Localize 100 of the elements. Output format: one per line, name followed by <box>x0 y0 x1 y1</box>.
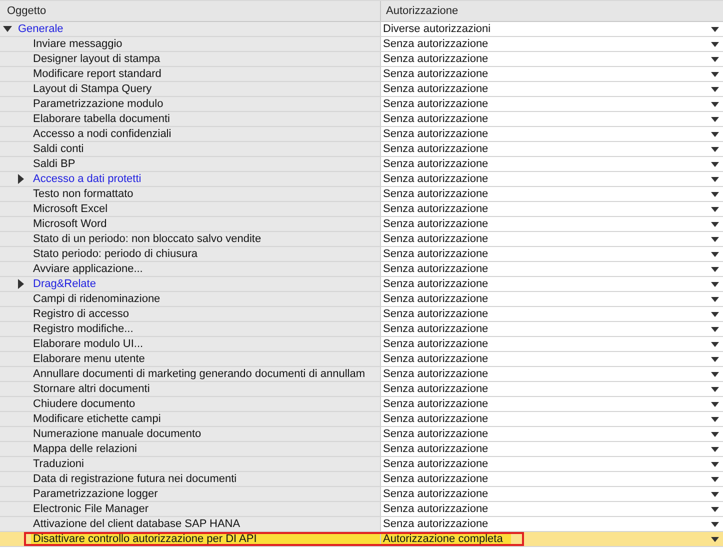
tree-row[interactable]: Modificare etichette campi Senza autorizzazione <box>0 412 723 427</box>
object-name[interactable]: Drag&Relate <box>33 278 96 290</box>
dropdown-arrow-icon[interactable] <box>711 266 719 272</box>
tree-row[interactable]: Electronic File Manager Senza autorizzazione <box>0 502 723 517</box>
dropdown-arrow-icon[interactable] <box>711 372 719 376</box>
tree-row[interactable]: Attivazione del client database SAP HANA Senza autorizzazione <box>0 517 723 532</box>
tree-row[interactable]: Saldi conti Senza autorizzazione <box>0 142 723 157</box>
dropdown-arrow-icon[interactable] <box>711 446 719 452</box>
authorization-value[interactable]: Senza autorizzazione <box>383 144 488 154</box>
tree-row[interactable]: Saldi BP Senza autorizzazione <box>0 157 723 172</box>
tree-row[interactable]: Generale Diverse autorizzazioni <box>0 22 723 37</box>
tree-row[interactable]: Stornare altri documenti Senza autorizzazione <box>0 382 723 397</box>
tree-row[interactable]: Mappa delle relazioni Senza autorizzazione <box>0 442 723 457</box>
dropdown-arrow-icon[interactable] <box>711 296 719 302</box>
dropdown-arrow-icon[interactable] <box>711 132 719 136</box>
tree-row[interactable]: Stato periodo: periodo di chiusura Senza autorizzazione <box>0 247 723 262</box>
authorization-value[interactable]: Senza autorizzazione <box>383 54 488 64</box>
authorization-value[interactable]: Senza autorizzazione <box>383 248 488 260</box>
authorization-value[interactable]: Senza autorizzazione <box>383 218 488 230</box>
authorization-value[interactable]: Senza autorizzazione <box>383 338 488 350</box>
dropdown-arrow-icon[interactable] <box>711 476 719 482</box>
dropdown-arrow-icon[interactable] <box>711 522 719 526</box>
authorization-value[interactable]: Senza autorizzazione <box>383 128 488 140</box>
tree-row[interactable]: Microsoft Word Senza autorizzazione <box>0 217 723 232</box>
authorization-value[interactable]: Diverse autorizzazioni <box>383 24 491 34</box>
authorization-value[interactable]: Senza autorizzazione <box>383 368 488 380</box>
authorization-value[interactable]: Senza autorizzazione <box>383 308 488 320</box>
collapsed-caret-icon[interactable] <box>18 279 24 289</box>
authorization-value[interactable]: Senza autorizzazione <box>383 98 488 110</box>
authorization-value[interactable]: Senza autorizzazione <box>383 204 488 214</box>
authorization-value[interactable]: Senza autorizzazione <box>383 234 488 244</box>
dropdown-arrow-icon[interactable] <box>711 236 719 242</box>
dropdown-arrow-icon[interactable] <box>711 72 719 76</box>
dropdown-arrow-icon[interactable] <box>711 462 719 466</box>
authorization-value[interactable]: Senza autorizzazione <box>383 518 488 530</box>
authorization-value[interactable]: Senza autorizzazione <box>383 444 488 454</box>
dropdown-arrow-icon[interactable] <box>711 42 719 46</box>
authorization-value[interactable]: Senza autorizzazione <box>383 264 488 274</box>
dropdown-arrow-icon[interactable] <box>711 386 719 392</box>
tree-row[interactable]: Stato di un periodo: non bloccato salvo vendite Senza autorizzazione <box>0 232 723 247</box>
authorization-value[interactable]: Senza autorizzazione <box>383 38 488 50</box>
collapsed-caret-icon[interactable] <box>18 174 24 184</box>
tree-row[interactable]: Elaborare modulo UI... Senza autorizzazione <box>0 337 723 352</box>
authorization-value[interactable]: Senza autorizzazione <box>383 458 488 470</box>
tree-row[interactable]: Testo non formattato Senza autorizzazione <box>0 187 723 202</box>
dropdown-arrow-icon[interactable] <box>711 416 719 422</box>
dropdown-arrow-icon[interactable] <box>711 86 719 92</box>
authorization-value[interactable]: Senza autorizzazione <box>383 278 488 290</box>
authorization-value[interactable]: Senza autorizzazione <box>383 294 488 304</box>
authorization-value[interactable]: Senza autorizzazione <box>383 188 488 200</box>
dropdown-arrow-icon[interactable] <box>711 56 719 62</box>
object-name[interactable]: Traduzioni <box>33 458 84 470</box>
dropdown-arrow-icon[interactable] <box>711 326 719 332</box>
tree-row[interactable]: Microsoft Excel Senza autorizzazione <box>0 202 723 217</box>
dropdown-arrow-icon[interactable] <box>711 252 719 256</box>
tree-row[interactable]: Accesso a nodi confidenziali Senza autorizzazione <box>0 127 723 142</box>
tree-row[interactable]: Avviare applicazione... Senza autorizzazione <box>0 262 723 277</box>
dropdown-arrow-icon[interactable] <box>711 312 719 316</box>
authorization-value[interactable]: Senza autorizzazione <box>383 158 488 170</box>
authorization-value[interactable]: Senza autorizzazione <box>383 504 488 514</box>
tree-row[interactable]: Numerazione manuale documento Senza autorizzazione <box>0 427 723 442</box>
tree-row[interactable]: Data di registrazione futura nei documenti Senza autorizzazione <box>0 472 723 487</box>
authorization-value[interactable]: Senza autorizzazione <box>383 398 488 410</box>
object-name[interactable]: Registro di accesso <box>33 308 129 320</box>
dropdown-arrow-icon[interactable] <box>711 222 719 226</box>
tree-row[interactable]: Campi di ridenominazione Senza autorizzazione <box>0 292 723 307</box>
object-name[interactable]: Saldi BP <box>33 158 76 170</box>
dropdown-arrow-icon[interactable] <box>711 206 719 212</box>
authorization-value[interactable]: Senza autorizzazione <box>383 488 488 500</box>
dropdown-arrow-icon[interactable] <box>711 102 719 106</box>
dropdown-arrow-icon[interactable] <box>711 342 719 346</box>
authorization-value[interactable]: Senza autorizzazione <box>383 68 488 80</box>
object-name[interactable]: Microsoft Word <box>33 218 107 230</box>
dropdown-arrow-icon[interactable] <box>711 506 719 512</box>
dropdown-arrow-icon[interactable] <box>711 356 719 362</box>
dropdown-arrow-icon[interactable] <box>711 26 719 32</box>
authorization-value[interactable]: Senza autorizzazione <box>383 474 488 484</box>
dropdown-arrow-icon[interactable] <box>711 162 719 166</box>
tree-row[interactable]: Parametrizzazione logger Senza autorizzazione <box>0 487 723 502</box>
tree-row[interactable]: Registro di accesso Senza autorizzazione <box>0 307 723 322</box>
tree-row[interactable]: Disattivare controllo autorizzazione per DI API Autorizzazione completa <box>0 532 723 547</box>
tree-row[interactable]: Drag&Relate Senza autorizzazione <box>0 277 723 292</box>
tree-row[interactable]: Layout di Stampa Query Senza autorizzazione <box>0 82 723 97</box>
dropdown-arrow-icon[interactable] <box>711 282 719 286</box>
dropdown-arrow-icon[interactable] <box>711 116 719 122</box>
authorization-value[interactable]: Senza autorizzazione <box>383 174 488 184</box>
dropdown-arrow-icon[interactable] <box>711 192 719 196</box>
tree-row[interactable]: Modificare report standard Senza autorizzazione <box>0 67 723 82</box>
dropdown-arrow-icon[interactable] <box>711 536 719 542</box>
authorization-value[interactable]: Senza autorizzazione <box>383 384 488 394</box>
tree-row[interactable]: Parametrizzazione modulo Senza autorizzazione <box>0 97 723 112</box>
expanded-caret-icon[interactable] <box>3 26 12 32</box>
object-name[interactable]: Inviare messaggio <box>33 38 122 50</box>
tree-row[interactable]: Designer layout di stampa Senza autorizzazione <box>0 52 723 67</box>
object-name[interactable]: Generale <box>18 24 64 34</box>
tree-row[interactable]: Elaborare tabella documenti Senza autorizzazione <box>0 112 723 127</box>
authorization-value[interactable]: Senza autorizzazione <box>383 428 488 440</box>
tree-row[interactable]: Inviare messaggio Senza autorizzazione <box>0 37 723 52</box>
authorization-value[interactable]: Senza autorizzazione <box>383 84 488 94</box>
dropdown-arrow-icon[interactable] <box>711 402 719 406</box>
